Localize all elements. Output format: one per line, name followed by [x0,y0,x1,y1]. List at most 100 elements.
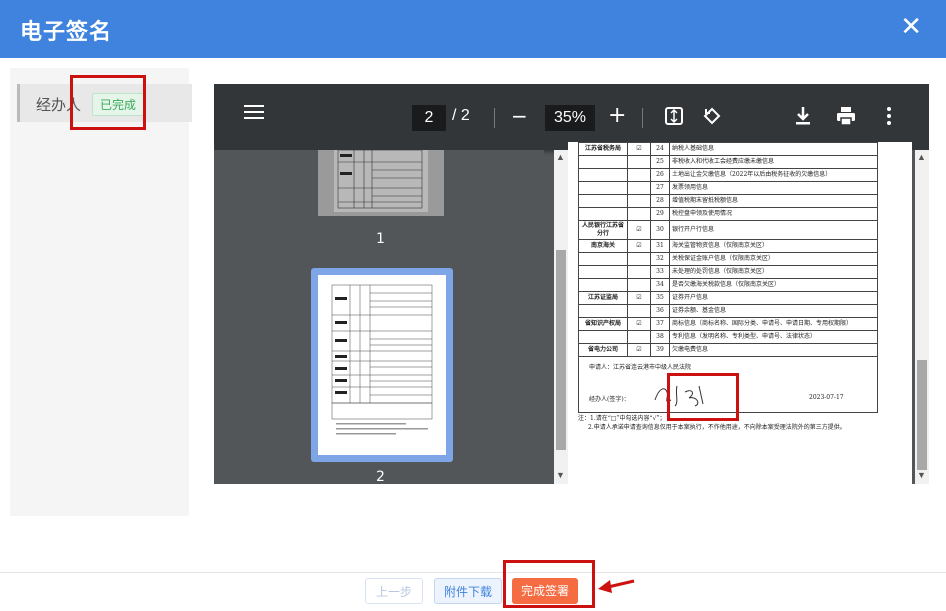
applicant-text: 申请人：江苏省连云港市中级人民法院 [589,364,692,371]
table-row: 36 证券余额、基金信息 [578,304,878,318]
thumbnail-page-2[interactable] [311,268,453,462]
status-badge: 已完成 [92,93,145,116]
table-cell-org [578,330,628,344]
table-cell-num: 33 [650,265,670,279]
table-cell-org [578,278,628,292]
note-1: 注：1.请在“□”中勾选内容“√”； [578,415,666,422]
table-cell-text: 证券开户信息 [669,291,878,305]
table-row: 29 税控盘申领及使用情况 [578,207,878,221]
table-cell-chk: ☑ [627,142,651,156]
table-cell-text: 银行开户行信息 [669,220,878,240]
signer-list: 经办人 已完成 [10,68,192,516]
note-2: 2.申请人承诺申请查询信息仅用于本案执行，不作他用途，不向除本案受理法院外的第三… [588,424,846,431]
table-cell-chk: ☑ [627,291,651,305]
document-page: 江苏省税务局 ☑ 24 纳税人基础信息 25 非税收入和代收工会经费应缴未缴信息 26 土地出… [568,142,912,484]
table-cell-text: 土地出让金欠缴信息（2022年以后由税务征收的欠缴信息） [669,168,878,182]
handwritten-signature [649,378,719,408]
print-icon[interactable] [836,106,856,130]
attachment-download-button[interactable]: 附件下载 [434,578,502,604]
fit-page-icon[interactable] [665,107,683,129]
red-arrow-icon [596,575,636,600]
table-cell-num: 25 [650,155,670,169]
table-row: 27 发票领用信息 [578,181,878,195]
table-cell-text: 商标信息（商标名称、国际分类、申请号、申请日期、专用权期限） [669,317,878,331]
divider [642,108,643,128]
table-cell-num: 35 [650,291,670,305]
signer-label: 经办人(签字)： [589,396,630,403]
table-cell-text: 未处理的处罚信息（仅限南京关区） [669,265,878,279]
table-cell-chk [627,265,651,279]
table-cell-chk [627,168,651,182]
pdf-toolbar: 2 / 2 − 35% + [214,84,929,150]
table-row: 32 关税保证金账户信息（仅限南京关区） [578,252,878,266]
table-cell-org [578,304,628,318]
thumbnail-scrollbar[interactable]: ▲ ▼ [554,150,568,484]
table-cell-org [578,181,628,195]
table-cell-chk [627,207,651,221]
table-cell-num: 32 [650,252,670,266]
table-cell-num: 30 [650,220,670,240]
table-cell-num: 37 [650,317,670,331]
table-row: 38 专利信息（发明名称、专利类型、申请号、法律状态） [578,330,878,344]
menu-icon[interactable] [244,102,264,126]
page-number-input[interactable]: 2 [412,105,446,131]
table-cell-chk: ☑ [627,317,651,331]
table-cell-chk [627,194,651,208]
table-row: 南京海关 ☑ 31 海关监管物资信息（仅限南京关区） [578,239,878,253]
thumbnail-label: 1 [376,231,385,247]
signer-name: 经办人 [36,96,82,114]
table-cell-chk [627,181,651,195]
table-cell-num: 36 [650,304,670,318]
thumbnail-page-1[interactable] [318,149,444,216]
table-cell-text: 海关监管物资信息（仅限南京关区） [669,239,878,253]
table-cell-org [578,207,628,221]
signer-item[interactable]: 经办人 已完成 [17,84,192,122]
table-cell-text: 关税保证金账户信息（仅限南京关区） [669,252,878,266]
info-table: 江苏省税务局 ☑ 24 纳税人基础信息 25 非税收入和代收工会经费应缴未缴信息 26 土地出… [578,142,878,357]
table-cell-text: 专利信息（发明名称、专利类型、申请号、法律状态） [669,330,878,344]
table-row: 江苏证监局 ☑ 35 证券开户信息 [578,291,878,305]
table-cell-text: 纳税人基础信息 [669,142,878,156]
table-cell-org: 江苏证监局 [578,291,628,305]
table-cell-org: 南京海关 [578,239,628,253]
table-row: 26 土地出让金欠缴信息（2022年以后由税务征收的欠缴信息） [578,168,878,182]
table-row: 江苏省税务局 ☑ 24 纳税人基础信息 [578,142,878,156]
zoom-input[interactable]: 35% [545,105,595,131]
page-count: / 2 [452,107,470,124]
table-row: 省知识产权局 ☑ 37 商标信息（商标名称、国际分类、申请号、申请日期、专用权期限） [578,317,878,331]
table-cell-chk [627,252,651,266]
table-cell-org [578,252,628,266]
zoom-out-icon[interactable]: − [511,106,528,126]
table-cell-num: 28 [650,194,670,208]
table-cell-org: 省知识产权局 [578,317,628,331]
table-row: 34 是否欠缴海关税款信息（仅限南京关区） [578,278,878,292]
document-scrollbar[interactable]: ▲ ▼ [915,150,929,484]
more-icon[interactable] [887,106,891,130]
complete-signing-button[interactable]: 完成签署 [512,578,578,604]
table-cell-text: 税控盘申领及使用情况 [669,207,878,221]
table-cell-chk: ☑ [627,239,651,253]
table-cell-num: 27 [650,181,670,195]
table-cell-chk: ☑ [627,220,651,240]
notes: 注：1.请在“□”中勾选内容“√”； 2.申请人承诺申请查询信息仅用于本案执行，… [578,414,876,432]
table-cell-chk [627,330,651,344]
signature-block: 申请人：江苏省连云港市中级人民法院 经办人(签字)： 2023-07-17 [578,354,878,413]
table-cell-chk [627,304,651,318]
download-icon[interactable] [794,106,812,130]
table-cell-num: 29 [650,207,670,221]
sign-date: 2023-07-17 [809,394,844,401]
table-cell-org [578,155,628,169]
thumbnail-sidebar: 1 2 [214,149,544,484]
rotate-icon[interactable] [702,106,722,130]
close-icon[interactable]: ✕ [900,12,922,42]
dialog-header: 电子签名 ✕ [0,0,946,58]
zoom-in-icon[interactable]: + [608,105,626,127]
thumbnail-label: 2 [376,469,385,484]
document-area: 江苏省税务局 ☑ 24 纳税人基础信息 25 非税收入和代收工会经费应缴未缴信息 26 土地出… [568,142,929,484]
table-cell-org [578,265,628,279]
pdf-viewer: 2 / 2 − 35% + 1 2 ▲ ▼ 江苏省税务局 ☑ 24 纳税人基础信… [214,84,929,484]
table-cell-text: 增值税期末留抵税额信息 [669,194,878,208]
prev-step-button[interactable]: 上一步 [365,578,423,604]
table-cell-text: 证券余额、基金信息 [669,304,878,318]
table-cell-org: 江苏省税务局 [578,142,628,156]
